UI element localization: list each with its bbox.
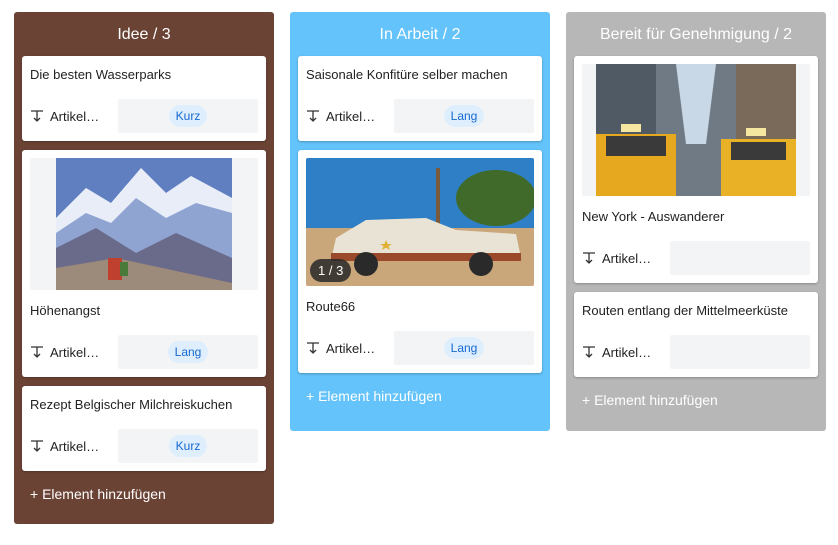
text-field-icon <box>307 110 319 122</box>
card-mittelmeerkueste[interactable]: Routen entlang der Mittelmeerküste Artik… <box>574 292 818 377</box>
field-label: Artikelg… <box>326 340 380 356</box>
text-field-icon <box>31 110 43 122</box>
card-title: Rezept Belgischer Milchreiskuchen <box>30 397 233 412</box>
card-title: Die besten Wasserparks <box>30 67 172 82</box>
column-title: Bereit für Genehmigung / 2 <box>599 26 793 43</box>
card-milchreiskuchen[interactable]: Rezept Belgischer Milchreiskuchen Artike… <box>22 386 266 471</box>
add-element-button[interactable]: + Element hinzufügen <box>574 377 818 423</box>
card-image <box>582 64 810 196</box>
value-chip: Lang <box>443 105 485 127</box>
card-hoehenangst[interactable]: Höhenangst Artikelg… Lang <box>22 150 266 377</box>
add-element-button[interactable]: + Element hinzufügen <box>22 471 266 517</box>
field-value[interactable] <box>670 241 810 275</box>
text-field-icon <box>31 440 43 452</box>
field-article-type: Artikelg… <box>30 345 118 360</box>
text-field-icon <box>307 342 319 354</box>
card-konfituere[interactable]: Saisonale Konfitüre selber machen Artike… <box>298 56 542 141</box>
field-article-type: Artikelg… <box>306 341 394 356</box>
field-label: Artikelg… <box>602 344 656 360</box>
mountain-photo-icon <box>56 158 232 290</box>
field-label: Artikelg… <box>602 250 656 266</box>
taxi-photo-icon <box>596 64 796 196</box>
card-title: Routen entlang der Mittelmeerküste <box>582 303 788 318</box>
column-title: Idee / 3 <box>117 26 171 43</box>
field-value[interactable] <box>670 335 810 369</box>
text-field-icon <box>583 346 595 358</box>
column-in-arbeit: In Arbeit / 2 Saisonale Konfitüre selber… <box>290 12 550 431</box>
field-value[interactable]: Lang <box>394 331 534 365</box>
card-image <box>30 158 258 290</box>
kanban-board: Idee / 3 Die besten Wasserparks Artikelg… <box>0 0 838 545</box>
text-field-icon <box>31 346 43 358</box>
field-article-type: Artikelg… <box>30 109 118 124</box>
value-chip: Lang <box>443 337 485 359</box>
card-title: Höhenangst <box>30 303 101 318</box>
field-value[interactable]: Kurz <box>118 99 258 133</box>
field-article-type: Artikelg… <box>30 439 118 454</box>
column-idee: Idee / 3 Die besten Wasserparks Artikelg… <box>14 12 274 524</box>
value-chip: Kurz <box>168 435 208 457</box>
image-counter: 1 / 3 <box>310 259 352 282</box>
field-article-type: Artikelg… <box>582 345 670 360</box>
card-title: Saisonale Konfitüre selber machen <box>306 67 508 82</box>
field-label: Artikelg… <box>50 344 104 360</box>
card-title: Route66 <box>306 299 356 314</box>
add-element-button[interactable]: + Element hinzufügen <box>298 373 542 419</box>
field-label: Artikelg… <box>326 108 380 124</box>
field-value[interactable]: Lang <box>118 335 258 369</box>
field-article-type: Artikelg… <box>306 109 394 124</box>
field-value[interactable]: Lang <box>394 99 534 133</box>
card-wasserparks[interactable]: Die besten Wasserparks Artikelg… Kurz <box>22 56 266 141</box>
field-label: Artikelg… <box>50 108 104 124</box>
value-chip: Kurz <box>168 105 208 127</box>
column-title: In Arbeit / 2 <box>379 26 461 43</box>
field-article-type: Artikelg… <box>582 251 670 266</box>
column-bereit: Bereit für Genehmigung / 2 New York - Au… <box>566 12 826 431</box>
field-value[interactable]: Kurz <box>118 429 258 463</box>
card-image: 1 / 3 <box>306 158 534 286</box>
card-new-york[interactable]: New York - Auswanderer Artikelg… <box>574 56 818 283</box>
card-title: New York - Auswanderer <box>582 209 725 224</box>
text-field-icon <box>583 252 595 264</box>
field-label: Artikelg… <box>50 438 104 454</box>
card-route66[interactable]: 1 / 3 Route66 Artikelg… Lang <box>298 150 542 373</box>
value-chip: Lang <box>167 341 209 363</box>
